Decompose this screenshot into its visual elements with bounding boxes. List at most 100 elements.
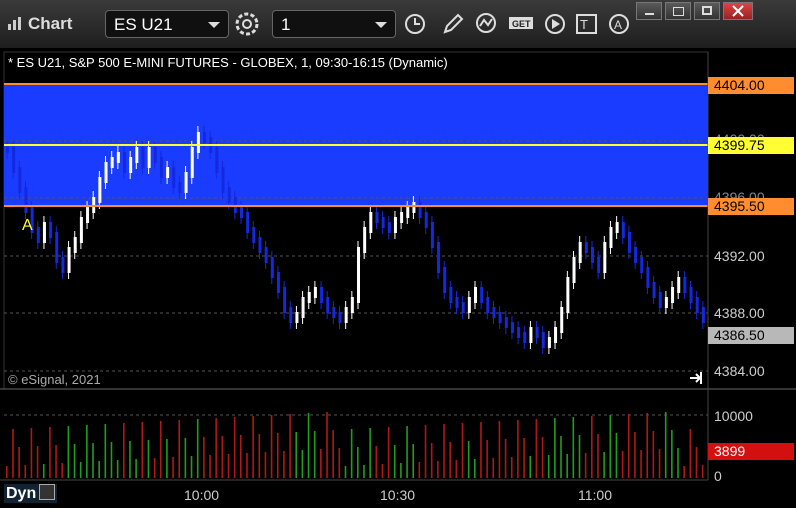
interval-value: 1 — [281, 15, 291, 34]
volume-bar — [517, 420, 519, 478]
volume-bar — [141, 422, 144, 478]
study-icon[interactable] — [472, 10, 502, 38]
dyn-label[interactable]: Dyn — [4, 484, 58, 503]
play-icon[interactable] — [540, 10, 570, 38]
candle-body — [529, 327, 533, 343]
volume-bar — [486, 440, 488, 478]
candle-body — [547, 337, 551, 348]
volume-bar — [375, 446, 378, 478]
candle-body — [437, 242, 441, 273]
candle-body — [221, 167, 225, 193]
chart-toolbar: Chart ES U21 1 GET T A — [0, 0, 796, 49]
candle-body — [621, 222, 625, 238]
candle-body — [313, 287, 317, 298]
volume-bar — [381, 464, 384, 478]
candle-body — [276, 272, 280, 293]
pencil-icon[interactable] — [438, 10, 468, 38]
volume-bar — [683, 466, 685, 478]
volume-bar — [123, 423, 125, 478]
volume-bar — [190, 456, 193, 478]
get-icon[interactable]: GET — [506, 10, 536, 38]
candle-body — [86, 207, 90, 223]
volume-bar — [313, 431, 316, 478]
volume-bar — [320, 449, 322, 478]
candle-body — [671, 287, 675, 303]
candle-body — [332, 307, 336, 318]
volume-bar — [264, 452, 267, 478]
volume-axis-label: 10000 — [714, 408, 753, 424]
volume-bar — [671, 430, 673, 478]
volume-bar — [24, 465, 27, 478]
volume-bar — [560, 436, 562, 478]
candle-body — [443, 267, 447, 293]
volume-bar — [98, 461, 100, 478]
candle-body — [449, 287, 453, 303]
candle-body — [566, 277, 570, 313]
volume-bar — [307, 413, 310, 478]
candle-body — [517, 327, 521, 338]
candle-body — [320, 287, 324, 303]
candle-body — [701, 307, 705, 323]
volume-bar — [492, 458, 495, 478]
text-tool-icon[interactable]: T — [572, 10, 602, 38]
volume-bar — [276, 433, 279, 478]
candle-body — [215, 147, 219, 173]
volume-bar — [455, 460, 458, 478]
candle-body — [695, 297, 699, 313]
volume-bar — [135, 459, 137, 478]
volume-bar — [178, 420, 181, 478]
volume-bar — [689, 429, 692, 478]
candle-body — [430, 222, 434, 248]
price-chart[interactable]: A — [0, 48, 796, 508]
volume-bar — [295, 432, 298, 478]
candle-body — [375, 212, 379, 223]
volume-bar — [104, 424, 107, 478]
volume-bar — [627, 414, 630, 478]
candle-body — [110, 157, 114, 168]
candle-body — [418, 202, 422, 218]
candle-body — [196, 132, 200, 153]
minimize-icon[interactable] — [636, 2, 662, 20]
candle-body — [400, 212, 404, 223]
candle-body — [289, 307, 293, 323]
candle-body — [578, 242, 582, 263]
candle-body — [240, 207, 243, 218]
alert-icon[interactable]: A — [604, 10, 634, 38]
volume-bar — [498, 421, 501, 478]
volume-bar — [523, 438, 525, 478]
volume-bar — [652, 431, 655, 478]
volume-bar — [153, 458, 156, 478]
candle-body — [166, 167, 170, 178]
volume-bar — [326, 412, 328, 478]
candle-body — [49, 222, 53, 238]
chevron-down-icon[interactable] — [208, 22, 220, 28]
interval-combo[interactable]: 1 — [272, 10, 396, 38]
chevron-down-icon[interactable] — [375, 22, 387, 28]
volume-bar — [621, 451, 624, 478]
close-icon[interactable] — [723, 2, 753, 20]
volume-bar — [196, 419, 199, 478]
restore-icon[interactable] — [665, 2, 691, 20]
candle-body — [523, 332, 527, 343]
axis-label-price: 4392.00 — [714, 248, 765, 264]
lock-icon[interactable] — [39, 484, 56, 500]
volume-bar — [270, 415, 273, 478]
candle-body — [338, 312, 342, 323]
gear-icon[interactable] — [232, 10, 262, 38]
candle-body — [116, 152, 120, 163]
maximize-icon[interactable] — [694, 2, 720, 20]
candle-body — [252, 227, 256, 243]
candle-body — [363, 227, 367, 253]
clock-icon[interactable] — [400, 10, 430, 38]
candle-body — [270, 257, 274, 278]
volume-bar — [49, 427, 51, 478]
candle-body — [486, 297, 490, 313]
symbol-combo[interactable]: ES U21 — [105, 10, 229, 38]
chart-header: * ES U21, S&P 500 E-MINI FUTURES - GLOBE… — [8, 55, 448, 70]
candle-body — [510, 322, 514, 333]
candle-body — [357, 247, 360, 303]
svg-text:A: A — [614, 18, 622, 32]
volume-bar — [30, 428, 33, 478]
candle-body — [135, 147, 139, 163]
volume-bar — [547, 455, 550, 478]
